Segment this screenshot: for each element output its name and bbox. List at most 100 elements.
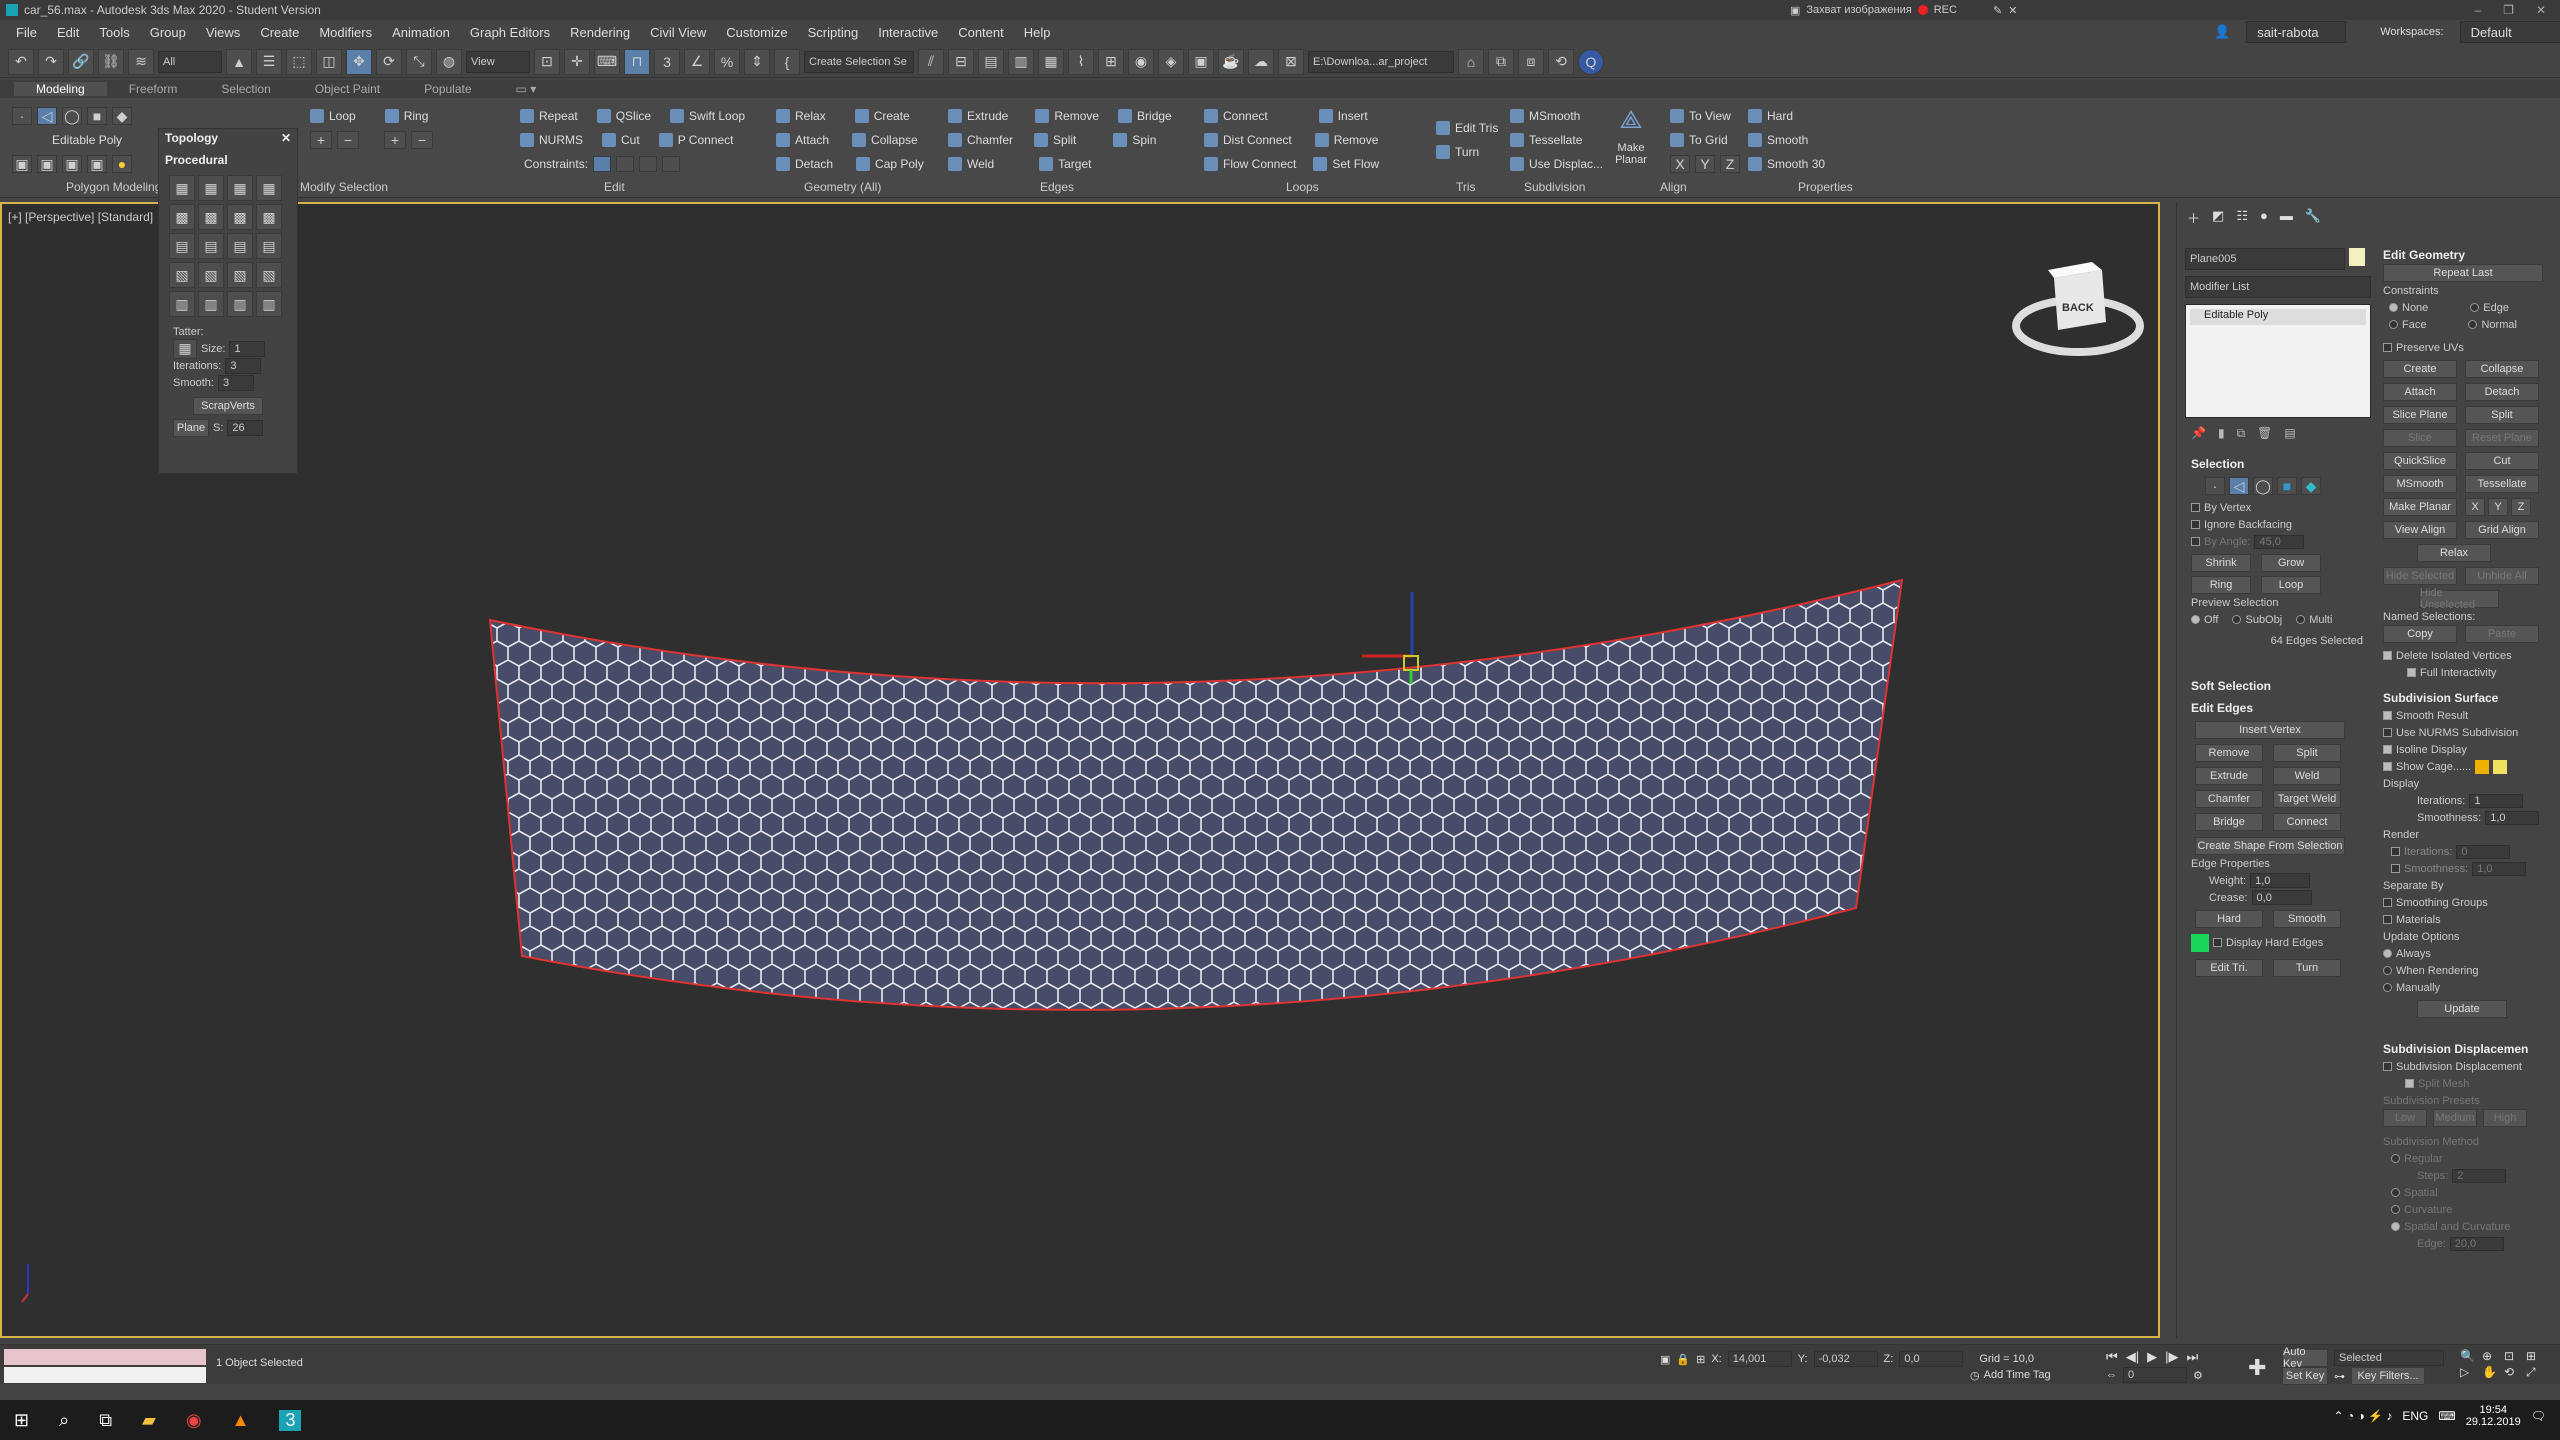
eg-y-button[interactable]: Y: [2488, 498, 2508, 516]
prev-frame-icon[interactable]: ◀|: [2126, 1349, 2139, 1365]
edge-smooth-button[interactable]: Smooth: [2273, 910, 2341, 928]
tray-icons[interactable]: ⌃ ◔ ◑ ⚡ ♪: [2334, 1409, 2393, 1423]
maxscript-input[interactable]: [4, 1367, 206, 1383]
eg-create-button[interactable]: Create: [2383, 360, 2457, 378]
bind-spacewarp-icon[interactable]: ≋: [128, 48, 154, 75]
poly-tool-2-icon[interactable]: ▣: [37, 155, 57, 173]
make-unique-icon[interactable]: ⧉: [2237, 426, 2246, 441]
maximize-icon[interactable]: ❐: [2503, 3, 2514, 17]
topology-preset-20-icon[interactable]: ▥: [256, 291, 282, 317]
element-mode-icon[interactable]: ◆: [112, 107, 132, 125]
spatial-radio[interactable]: [2391, 1188, 2400, 1197]
topology-preset-7-icon[interactable]: ▩: [227, 204, 253, 230]
create-tab-icon[interactable]: ＋: [2187, 208, 2200, 227]
display-smoothness-spinner[interactable]: 1,0: [2485, 810, 2540, 825]
mirror-icon[interactable]: ⫽: [918, 48, 944, 75]
edges-group[interactable]: Edges: [1040, 180, 1074, 194]
perspective-viewport[interactable]: [+] [Perspective] [Standard] BACK: [0, 202, 2160, 1338]
sel-border-icon[interactable]: ◯: [2253, 477, 2273, 495]
split-mesh-checkbox[interactable]: [2405, 1079, 2414, 1088]
topology-preset-4-icon[interactable]: ▦: [256, 175, 282, 201]
polygon-modeling-group[interactable]: Polygon Modeling: [66, 180, 161, 194]
plane-button[interactable]: Plane: [173, 418, 209, 437]
edit-group[interactable]: Edit: [604, 180, 625, 194]
named-selection-dropdown[interactable]: Create Selection Se: [804, 50, 914, 73]
cage-color-2-swatch[interactable]: [2493, 759, 2508, 774]
attach-button[interactable]: Attach: [795, 133, 829, 147]
constraint-normal-icon[interactable]: [662, 156, 681, 172]
set-flow-button[interactable]: Set Flow: [1332, 157, 1379, 171]
topology-preset-1-icon[interactable]: ▦: [169, 175, 195, 201]
steps-spinner[interactable]: 2: [2452, 1168, 2507, 1183]
pin-stack-icon[interactable]: 📌: [2191, 426, 2206, 441]
preset-low-button[interactable]: Low: [2383, 1109, 2427, 1127]
render-gallery-icon[interactable]: ⊠: [1278, 48, 1304, 75]
topology-preset-10-icon[interactable]: ▤: [198, 233, 224, 259]
update-button[interactable]: Update: [2417, 1000, 2507, 1018]
weight-spinner[interactable]: 1,0: [2250, 873, 2311, 888]
sel-element-icon[interactable]: ◆: [2301, 477, 2321, 495]
shrink-ring-icon[interactable]: −: [411, 131, 433, 149]
sync-icon[interactable]: ⟲: [1548, 48, 1574, 75]
minimize-icon[interactable]: –: [2474, 3, 2481, 17]
ignore-backfacing-checkbox[interactable]: [2191, 520, 2200, 529]
menu-scripting[interactable]: Scripting: [798, 25, 869, 40]
edge-mode-icon[interactable]: ◁: [37, 107, 57, 125]
eg-detach-button[interactable]: Detach: [2465, 383, 2539, 401]
eg-reset-plane-button[interactable]: Reset Plane: [2465, 429, 2539, 447]
key-set-dropdown[interactable]: Selected: [2334, 1350, 2444, 1366]
topology-preset-14-icon[interactable]: ▧: [198, 262, 224, 288]
utilities-tab-icon[interactable]: 🔧: [2305, 208, 2321, 227]
x-field[interactable]: 14,001: [1727, 1351, 1792, 1367]
copy-button[interactable]: Copy: [2383, 625, 2457, 643]
crease-spinner[interactable]: 0,0: [2251, 890, 2312, 905]
align-icon[interactable]: ⊟: [948, 48, 974, 75]
menu-customize[interactable]: Customize: [716, 25, 797, 40]
topology-preset-3-icon[interactable]: ▦: [227, 175, 253, 201]
s-spinner[interactable]: 26: [227, 419, 264, 436]
turn-button-panel[interactable]: Turn: [2273, 959, 2341, 977]
spatial-curvature-radio[interactable]: [2391, 1222, 2400, 1231]
edge-weld-button[interactable]: Weld: [2273, 767, 2341, 785]
select-move-icon[interactable]: ✥: [346, 48, 372, 75]
create-shape-button[interactable]: Create Shape From Selection: [2195, 837, 2345, 855]
render-iterations-spinner[interactable]: 0: [2456, 844, 2511, 859]
menu-content[interactable]: Content: [948, 25, 1014, 40]
menu-modifiers[interactable]: Modifiers: [309, 25, 382, 40]
play-icon[interactable]: ▶: [2147, 1349, 2157, 1365]
poly-tool-3-icon[interactable]: ▣: [62, 155, 82, 173]
relax-button[interactable]: Relax: [795, 109, 826, 123]
key-mode-toggle-icon[interactable]: ⊶: [2334, 1370, 2345, 1383]
when-rendering-radio[interactable]: [2383, 966, 2392, 975]
select-scale-icon[interactable]: ⤡: [406, 48, 432, 75]
target-button[interactable]: Target: [1058, 157, 1091, 171]
help-qr-icon[interactable]: Q: [1578, 48, 1604, 75]
tab-modeling[interactable]: Modeling: [14, 82, 107, 96]
flow-connect-button[interactable]: Flow Connect: [1223, 157, 1296, 171]
display-hard-checkbox[interactable]: [2213, 938, 2222, 947]
topology-preset-6-icon[interactable]: ▩: [198, 204, 224, 230]
create-button[interactable]: Create: [874, 109, 910, 123]
use-displace-button[interactable]: Use Displac...: [1529, 157, 1603, 171]
edge-hard-button[interactable]: Hard: [2195, 910, 2263, 928]
lock-icon[interactable]: 🔒: [1676, 1353, 1690, 1366]
eg-quickslice-button[interactable]: QuickSlice: [2383, 452, 2457, 470]
stack-item-editable-poly[interactable]: Editable Poly: [2190, 309, 2366, 325]
detach-button[interactable]: Detach: [795, 157, 833, 171]
windows-start-icon[interactable]: ⊞: [14, 1410, 29, 1431]
ribbon-toggle-icon[interactable]: ▦: [1038, 48, 1064, 75]
display-iterations-spinner[interactable]: 1: [2469, 793, 2524, 808]
poly-tool-1-icon[interactable]: ▣: [12, 155, 32, 173]
topology-preset-9-icon[interactable]: ▤: [169, 233, 195, 259]
zoom-extents-all-icon[interactable]: ⊞: [2526, 1349, 2546, 1363]
constraint-edge-icon[interactable]: [616, 156, 635, 172]
menu-help[interactable]: Help: [1014, 25, 1061, 40]
topology-preset-8-icon[interactable]: ▩: [256, 204, 282, 230]
constraint-none-radio[interactable]: [2389, 303, 2398, 312]
goto-start-icon[interactable]: ⏮: [2106, 1349, 2118, 1365]
display-tab-icon[interactable]: ▬: [2280, 208, 2293, 227]
angle-snap-icon[interactable]: ∠: [684, 48, 710, 75]
snap-3-icon[interactable]: 3: [654, 48, 680, 75]
iterations-spinner[interactable]: 3: [225, 357, 262, 374]
scene-explorer-icon[interactable]: ▤: [978, 48, 1004, 75]
